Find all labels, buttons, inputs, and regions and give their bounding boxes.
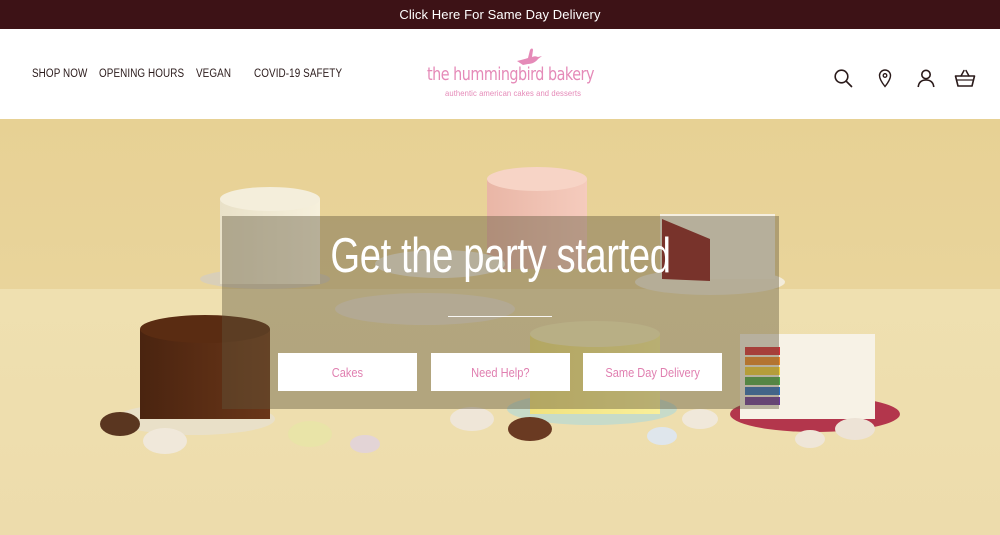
nav-covid-safety[interactable]: COVID-19 SAFETY: [254, 68, 342, 80]
search-icon[interactable]: [832, 67, 854, 89]
hero-divider: [448, 316, 552, 317]
cakes-button[interactable]: Cakes: [278, 353, 417, 391]
announcement-text[interactable]: Click Here For Same Day Delivery: [399, 7, 600, 22]
nav-opening-hours[interactable]: OPENING HOURS: [99, 68, 184, 80]
nav-vegan[interactable]: VEGAN: [196, 68, 231, 80]
location-pin-icon[interactable]: [874, 67, 896, 89]
announcement-bar[interactable]: Click Here For Same Day Delivery: [0, 0, 1000, 29]
account-icon[interactable]: [915, 67, 937, 89]
basket-icon[interactable]: [954, 67, 976, 89]
same-day-delivery-button[interactable]: Same Day Delivery: [583, 353, 722, 391]
site-logo[interactable]: the hummingbird bakery authentic america…: [427, 47, 594, 105]
logo-name: the hummingbird bakery: [427, 65, 594, 85]
need-help-button-label: Need Help?: [471, 364, 530, 380]
hero-banner: Get the party started Cakes Need Help? S…: [0, 119, 1000, 535]
nav-shop-now[interactable]: SHOP NOW: [32, 68, 87, 80]
hero-overlay-panel: Get the party started Cakes Need Help? S…: [222, 216, 779, 409]
need-help-button[interactable]: Need Help?: [431, 353, 570, 391]
hero-headline: Get the party started: [330, 229, 671, 283]
cakes-button-label: Cakes: [331, 364, 364, 380]
same-day-delivery-button-label: Same Day Delivery: [605, 364, 700, 380]
logo-tagline: authentic american cakes and desserts: [445, 88, 582, 98]
site-header: SHOP NOW OPENING HOURS VEGAN COVID-19 SA…: [0, 29, 1000, 119]
